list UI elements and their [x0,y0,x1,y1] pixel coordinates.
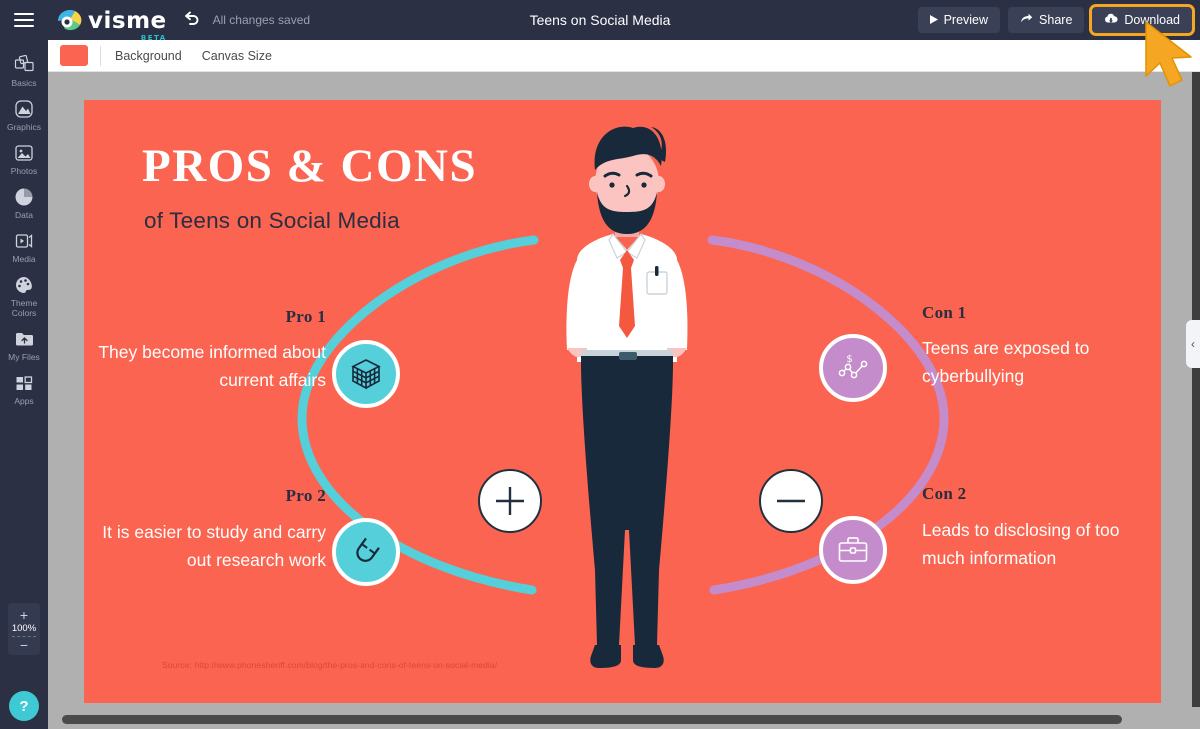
sidebar-label: Data [15,210,33,220]
download-label: Download [1124,13,1180,27]
zoom-control: + 100% − [8,603,40,655]
zoom-level-value[interactable]: 100% [11,623,37,637]
sidebar-label: My Files [8,352,40,362]
help-button[interactable]: ? [9,691,39,721]
cube-icon [351,359,381,390]
sidebar-item-basics[interactable]: Basics [0,48,48,92]
preview-button[interactable]: Preview [917,7,1001,33]
cloud-download-icon [1104,13,1118,27]
right-panel-collapse-handle[interactable]: ‹ [1186,320,1200,368]
hamburger-menu-icon[interactable] [0,0,48,40]
video-icon [14,230,34,252]
plus-circle[interactable] [478,469,542,533]
page-subtitle[interactable]: of Teens on Social Media [144,208,400,234]
con-2-text[interactable]: Leads to disclosing of too much informat… [922,516,1161,572]
palette-icon [14,274,34,296]
sidebar-label: Apps [14,396,34,406]
background-link[interactable]: Background [115,49,182,63]
brand-wordmark: visme BETA [88,8,167,42]
share-label: Share [1039,13,1073,27]
top-bar: visme BETA All changes saved Teens on So… [0,0,1200,42]
sidebar-item-theme-colors[interactable]: Theme Colors [0,268,48,322]
businessman-illustration [566,126,688,668]
sidebar-item-my-files[interactable]: My Files [0,322,48,366]
sidebar-label: Theme Colors [10,298,38,318]
brand-beta-badge: BETA [140,34,167,42]
save-status: All changes saved [212,13,311,27]
minus-circle[interactable] [759,469,823,533]
toolbar-divider [100,45,101,66]
sidebar-item-photos[interactable]: Photos [0,136,48,180]
sidebar-item-apps[interactable]: Apps [0,366,48,410]
sidebar-label: Basics [11,78,37,88]
preview-label: Preview [943,13,989,27]
sidebar-label: Media [12,254,36,264]
briefcase-icon [838,537,868,562]
design-canvas[interactable]: PROS & CONS of Teens on Social Media Sou… [84,100,1161,703]
visme-mark-icon [56,7,84,33]
sidebar-item-media[interactable]: Media [0,224,48,268]
undo-arrow-icon[interactable] [183,9,201,31]
brand-name: visme [88,8,167,34]
zoom-in-button[interactable]: + [20,608,28,622]
zoom-out-button[interactable]: − [20,638,28,652]
workspace-right-edge [1192,72,1200,729]
sidebar-item-graphics[interactable]: Graphics [0,92,48,136]
upload-folder-icon [14,328,35,350]
share-arrow-icon [1020,13,1033,27]
pro-2-badge[interactable] [332,518,400,586]
pro-1-text[interactable]: They become informed about current affai… [94,338,326,394]
sidebar-item-data[interactable]: Data [0,180,48,224]
blocks-icon [14,54,35,76]
source-citation[interactable]: Source: http://www.phonesheriff.com/blog… [162,660,497,670]
con-1-text[interactable]: Teens are exposed to cyberbullying [922,334,1158,390]
background-color-swatch[interactable] [60,45,88,66]
top-bar-actions: Preview Share Download [917,0,1195,40]
svg-text:$: $ [846,354,852,365]
image-icon [14,142,34,164]
con-2-label[interactable]: Con 2 [922,484,966,504]
sidebar-label: Graphics [6,122,41,132]
horizontal-scrollbar-thumb[interactable] [62,715,1122,724]
con-1-label[interactable]: Con 1 [922,303,966,323]
pro-1-label[interactable]: Pro 1 [226,307,326,327]
canvas-workspace[interactable]: PROS & CONS of Teens on Social Media Sou… [48,72,1200,729]
pro-1-badge[interactable] [332,340,400,408]
visme-editor: visme BETA All changes saved Teens on So… [0,0,1200,729]
con-2-badge[interactable] [819,516,887,584]
page-title[interactable]: PROS & CONS [142,139,477,193]
con-1-badge[interactable]: $ [819,334,887,402]
download-button[interactable]: Download [1089,4,1195,36]
canvas-size-link[interactable]: Canvas Size [202,49,272,63]
canvas-toolbar: Background Canvas Size [48,40,1200,72]
plus-icon [496,487,524,515]
share-button[interactable]: Share [1008,7,1085,33]
play-icon [929,13,938,27]
minus-icon [777,499,805,503]
visme-logo[interactable]: visme BETA [56,7,167,42]
pie-chart-icon [14,186,34,208]
line-chart-dollar-icon: $ [838,354,868,379]
pro-2-text[interactable]: It is easier to study and carry out rese… [94,518,326,574]
left-sidebar: Basics Graphics Photos Data Media Theme … [0,40,48,729]
shapes-icon [14,98,34,120]
sidebar-label: Photos [10,166,38,176]
magnet-icon [356,537,380,562]
pro-2-label[interactable]: Pro 2 [226,486,326,506]
grid-apps-icon [14,372,34,394]
